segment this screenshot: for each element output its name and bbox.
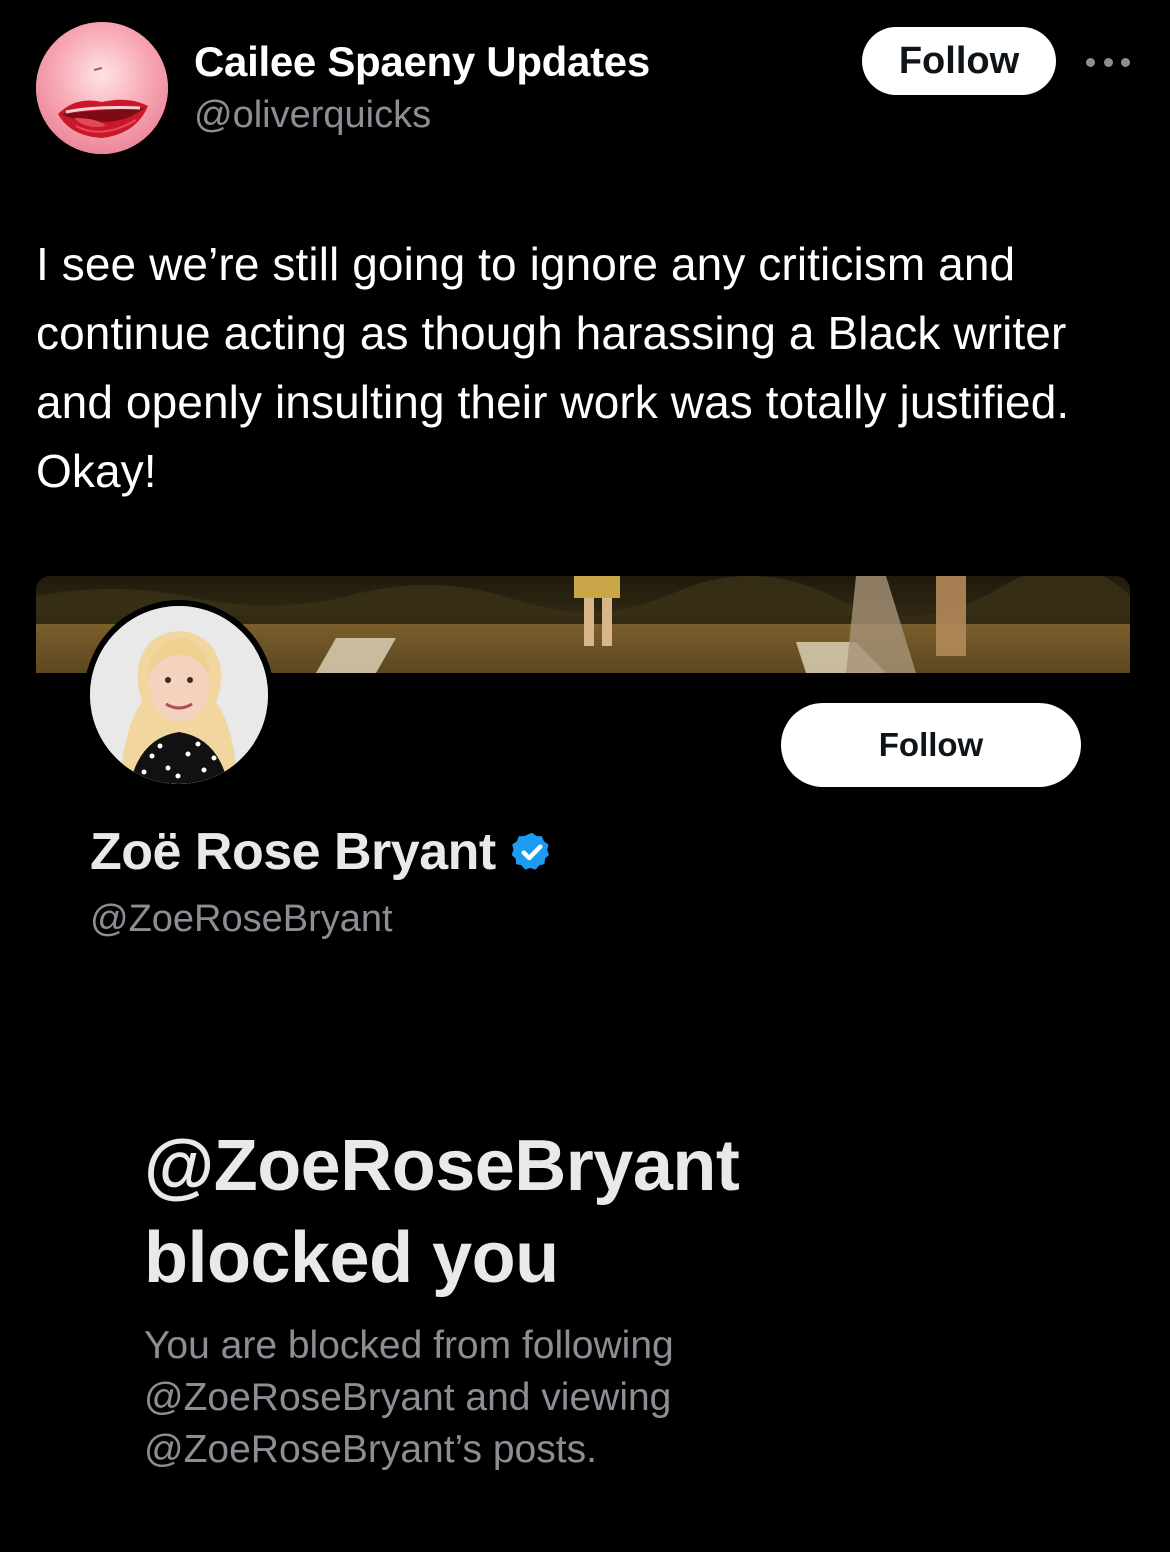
dot bbox=[1086, 57, 1095, 67]
blocked-description: You are blocked from following @ZoeRoseB… bbox=[144, 1320, 1044, 1476]
follow-button[interactable]: Follow bbox=[862, 27, 1056, 95]
blocked-title-handle: @ZoeRoseBryant bbox=[144, 1126, 740, 1206]
author-name[interactable]: Cailee Spaeny Updates bbox=[194, 38, 650, 86]
blocked-desc-line: @ZoeRoseBryant’s posts. bbox=[144, 1428, 597, 1471]
tweet-text: I see we’re still going to ignore any cr… bbox=[36, 238, 1070, 497]
blocked-title: @ZoeRoseBryant blocked you bbox=[144, 1120, 1044, 1304]
verified-badge-icon bbox=[510, 830, 554, 874]
blocked-title-text: blocked you bbox=[144, 1218, 559, 1298]
author-avatar[interactable] bbox=[36, 22, 168, 154]
profile-photo-avatar bbox=[90, 606, 268, 784]
profile-name-row: Zoë Rose Bryant bbox=[90, 822, 554, 882]
profile-follow-button[interactable]: Follow bbox=[781, 703, 1081, 787]
dot bbox=[1103, 57, 1113, 67]
dot bbox=[1121, 57, 1130, 67]
blocked-desc-line: @ZoeRoseBryant and viewing bbox=[144, 1376, 672, 1419]
profile-name: Zoë Rose Bryant bbox=[90, 823, 496, 881]
lips-avatar-icon bbox=[36, 22, 168, 154]
more-horizontal-icon[interactable] bbox=[1086, 52, 1130, 72]
author-handle[interactable]: @oliverquicks bbox=[194, 94, 431, 137]
profile-handle: @ZoeRoseBryant bbox=[90, 898, 393, 940]
profile-avatar[interactable] bbox=[84, 600, 274, 790]
blocked-desc-line: You are blocked from following bbox=[144, 1324, 674, 1367]
tweet-header: Cailee Spaeny Updates @oliverquicks Foll… bbox=[0, 0, 1170, 170]
